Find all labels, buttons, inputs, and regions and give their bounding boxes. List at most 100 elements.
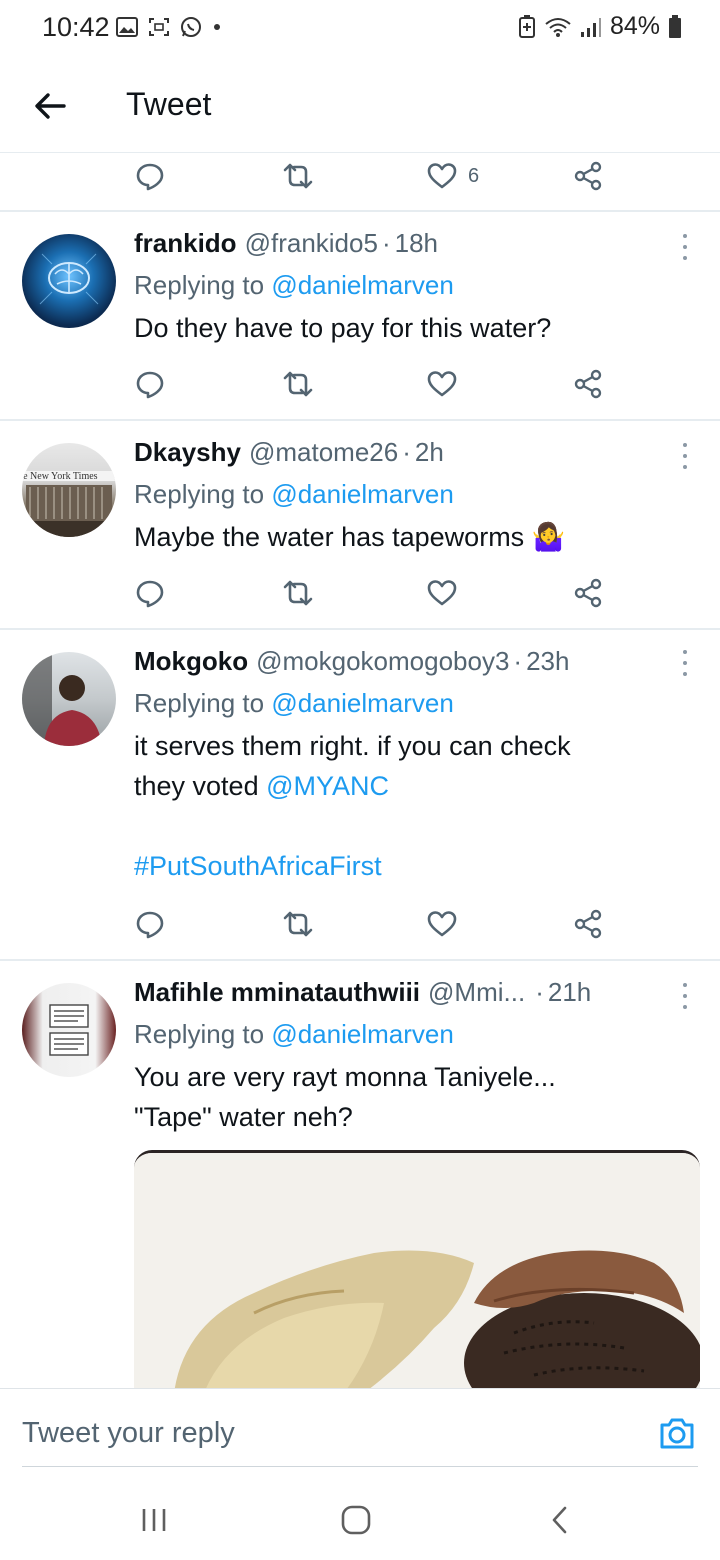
tweet-actions-top: 6 [0,156,720,196]
more-options-button[interactable] [680,443,690,469]
heart-icon [427,911,457,937]
tweet-body: Dkayshy @matome26 · 2h Replying to @dani… [134,435,694,557]
tweet-text-line: "Tape" water neh? [134,1102,353,1132]
share-button[interactable] [572,156,604,196]
reply-button[interactable] [134,364,166,404]
retweet-icon [283,371,313,397]
retweet-button[interactable] [280,573,316,613]
tweet-body: Mokgoko @mokgokomogoboy3 · 23h Replying … [134,644,694,886]
reply-button[interactable] [134,156,166,196]
mention-link[interactable]: @MYANC [266,771,389,801]
page-title: Tweet [126,86,212,122]
replying-to-label: Replying to [134,479,265,509]
mention-link[interactable]: @danielmarven [271,688,453,718]
mention-link[interactable]: @danielmarven [271,1019,453,1049]
tweet-header: Mokgoko @mokgokomogoboy3 · 23h [134,644,694,678]
more-icon [683,234,687,238]
hashtag-link[interactable]: #PutSouthAfricaFirst [134,846,694,886]
tweet-text-segment: they voted [134,771,259,801]
display-name[interactable]: Mokgoko [134,644,248,678]
like-button[interactable] [426,364,458,404]
tweet-text-line: it serves them right. if you can check [134,731,571,761]
system-nav-bar [0,1476,720,1560]
heart-icon [427,580,457,606]
share-icon [574,909,602,939]
user-handle[interactable]: @mokgokomogoboy3 [256,644,509,678]
arrow-left-icon [35,93,66,119]
like-button[interactable] [426,573,458,613]
brain-icon [39,253,99,305]
reply-input[interactable]: Tweet your reply [22,1417,235,1450]
reply-button[interactable] [134,904,166,944]
retweet-button[interactable] [280,156,316,196]
timestamp[interactable]: 23h [526,644,569,678]
wifi-icon [545,17,571,37]
heart-icon [427,371,457,397]
timestamp[interactable]: 2h [415,435,444,469]
recent-apps-icon [142,1509,166,1531]
notification-icons [116,16,222,38]
shrug-emoji: 🤷‍♀️ [531,522,566,552]
replying-to: Replying to @danielmarven [134,477,694,511]
tweet-header: frankido @frankido5 · 18h [134,226,694,260]
camera-icon [660,1418,694,1449]
share-icon [574,369,602,399]
tweet-body: Mafihle mminatauthwiii @Mmi... · 21h Rep… [134,975,694,1137]
share-button[interactable] [572,364,604,404]
like-button[interactable]: 6 [426,156,479,196]
tweet-actions [0,573,720,613]
replying-to: Replying to @danielmarven [134,686,694,720]
tweet-body: frankido @frankido5 · 18h Replying to @d… [134,226,694,348]
tweet-header: Mafihle mminatauthwiii @Mmi... · 21h [134,975,694,1009]
display-name[interactable]: frankido [134,226,237,260]
back-button[interactable] [30,86,70,126]
tweet-text-line: You are very rayt monna Taniyele... [134,1062,556,1092]
replying-to-label: Replying to [134,1019,265,1049]
tweet-header: Dkayshy @matome26 · 2h [134,435,694,469]
status-bar: 10:42 84% [0,0,720,56]
recent-apps-button[interactable] [134,1504,174,1536]
mention-link[interactable]: @danielmarven [271,270,453,300]
share-button[interactable] [572,904,604,944]
more-options-button[interactable] [680,983,690,1009]
mention-link[interactable]: @danielmarven [271,479,453,509]
separator: · [535,977,544,1007]
avatar[interactable] [22,983,116,1077]
avatar[interactable]: The New York Times [22,443,116,537]
display-name[interactable]: Mafihle mminatauthwiii [134,975,420,1009]
gallery-icon [116,17,138,37]
user-handle[interactable]: @frankido5 [245,226,378,260]
more-options-button[interactable] [680,650,690,676]
user-handle[interactable]: @Mmi... [428,975,525,1009]
share-button[interactable] [572,573,604,613]
replying-to-label: Replying to [134,688,265,718]
reply-composer: Tweet your reply [0,1388,720,1468]
like-count: 6 [468,164,480,187]
retweet-button[interactable] [280,904,316,944]
like-button[interactable] [426,904,458,944]
camera-button[interactable] [658,1415,696,1451]
dot-icon [214,24,220,30]
whatsapp-icon [181,17,201,37]
separator: · [513,646,523,676]
reply-input-underline [22,1466,698,1467]
more-options-button[interactable] [680,234,690,260]
tweet-media-image[interactable] [134,1150,700,1390]
display-name[interactable]: Dkayshy [134,435,241,469]
avatar[interactable] [22,234,116,328]
reply-icon [136,163,164,191]
heart-icon [427,163,457,189]
tweet-text-line: they voted @MYANC [134,766,694,806]
reply-button[interactable] [134,573,166,613]
home-button[interactable] [336,1504,376,1536]
retweet-icon [283,580,313,606]
user-handle[interactable]: @matome26 [249,435,398,469]
retweet-button[interactable] [280,364,316,404]
reply-icon [136,371,164,399]
timestamp[interactable]: 21h [548,975,591,1009]
share-icon [574,161,602,191]
timestamp[interactable]: 18h [395,226,438,260]
avatar[interactable] [22,652,116,746]
back-nav-button[interactable] [540,1504,580,1536]
battery-percent: 84% [609,12,660,40]
